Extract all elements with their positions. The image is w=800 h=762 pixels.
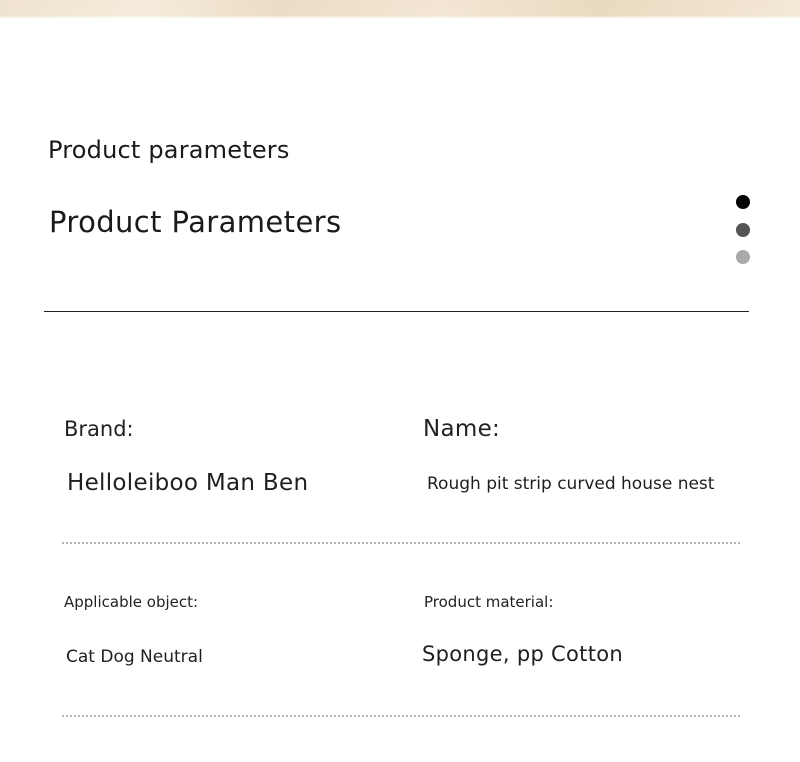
- decorative-top-band: [0, 0, 800, 18]
- section-subtitle: Product parameters: [48, 136, 290, 164]
- name-value: Rough pit strip curved house nest: [427, 474, 715, 494]
- dotted-separator: [62, 715, 740, 717]
- section-title: Product Parameters: [49, 205, 342, 239]
- applicable-object-label: Applicable object:: [64, 593, 199, 611]
- pagination-dot-1: [736, 195, 750, 209]
- brand-label: Brand:: [64, 417, 134, 441]
- pagination-dot-2: [736, 223, 750, 237]
- brand-value: Helloleiboo Man Ben: [67, 470, 309, 496]
- name-label: Name:: [423, 416, 501, 442]
- divider: [44, 311, 749, 312]
- applicable-object-value: Cat Dog Neutral: [66, 647, 203, 667]
- product-material-value: Sponge, pp Cotton: [422, 642, 623, 666]
- pagination-dot-3: [736, 250, 750, 264]
- dotted-separator: [62, 542, 740, 544]
- product-material-label: Product material:: [424, 593, 554, 611]
